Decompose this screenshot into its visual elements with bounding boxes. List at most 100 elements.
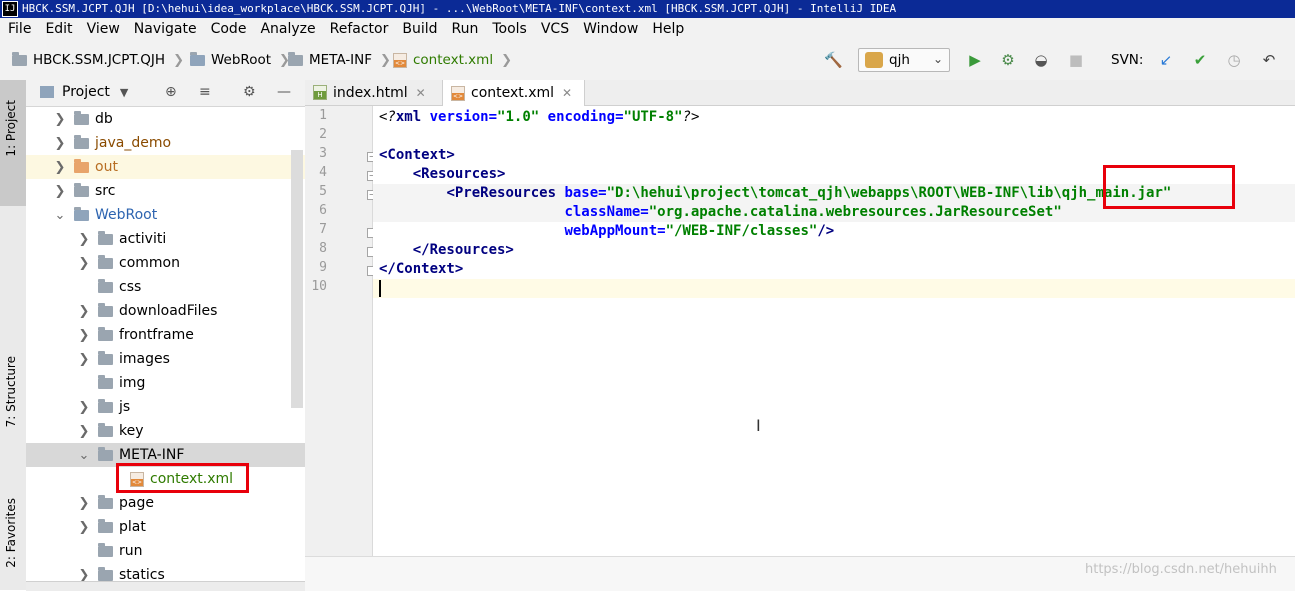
chevron-down-icon[interactable]: ⌄ [52,208,68,223]
collapse-all-icon[interactable]: ≡ [199,84,211,100]
project-tree-scrollbar[interactable] [291,150,303,408]
chevron-right-icon[interactable]: ❯ [52,112,68,127]
value-webappmount: "/WEB-INF/classes" [665,223,818,239]
tree-item-frontframe[interactable]: ❯ frontframe [26,323,305,347]
debug-icon[interactable]: ⚙ [999,51,1017,69]
menu-navigate[interactable]: Navigate [126,21,203,37]
tab-context-xml[interactable]: context.xml ✕ [442,80,585,106]
tree-item-downloadfiles[interactable]: ❯ downloadFiles [26,299,305,323]
stop-icon[interactable]: ■ [1067,51,1085,69]
folder-icon [98,398,113,413]
tag-resources-open: <Resources> [412,166,506,182]
rollback-icon[interactable]: ↶ [1260,51,1278,69]
chevron-right-icon[interactable]: ❯ [76,400,92,415]
gear-icon[interactable]: ⚙ [243,84,256,100]
menu-file[interactable]: File [0,21,37,37]
menu-view[interactable]: View [79,21,126,37]
project-folder-icon [12,51,27,66]
tree-item-key[interactable]: ❯ key [26,419,305,443]
breadcrumb-webroot[interactable]: WebRoot ❯ [190,51,290,69]
run-configuration-select[interactable]: qjh ⌄ [858,48,950,72]
chevron-down-icon[interactable]: ⌄ [76,448,92,463]
tag-context-open: <Context> [379,147,455,163]
history-icon[interactable]: ◷ [1225,51,1243,69]
editor-gutter: 1 2 3 4 5 6 7 8 9 10 − − − [305,106,377,556]
chevron-right-icon[interactable]: ❯ [52,136,68,151]
text-caret [379,280,381,297]
hide-panel-icon[interactable]: — [277,84,291,100]
tree-item-java-demo[interactable]: ❯ java_demo [26,131,305,155]
svn-update-icon[interactable]: ↙ [1157,51,1175,69]
chevron-down-icon: ⌄ [932,52,943,66]
tree-item-common[interactable]: ❯ common [26,251,305,275]
line-number: 1 [319,108,327,123]
watermark: https://blog.csdn.net/hehuihh [1085,562,1277,577]
menu-vcs[interactable]: VCS [533,21,575,37]
tree-item-images[interactable]: ❯ images [26,347,305,371]
breadcrumb-label: META-INF [309,52,373,68]
chevron-right-icon[interactable]: ❯ [76,496,92,511]
chevron-right-icon[interactable]: ❯ [76,304,92,319]
menu-help[interactable]: Help [644,21,690,37]
tree-item-run[interactable]: run [26,539,305,563]
close-icon[interactable]: ✕ [416,86,426,100]
menu-window[interactable]: Window [575,21,644,37]
tree-item-plat[interactable]: ❯ plat [26,515,305,539]
tree-item-css[interactable]: css [26,275,305,299]
tree-item-js[interactable]: ❯ js [26,395,305,419]
menu-refactor[interactable]: Refactor [322,21,395,37]
locate-icon[interactable]: ⊕ [165,84,177,100]
tree-item-db[interactable]: ❯ db [26,107,305,131]
menu-run[interactable]: Run [444,21,485,37]
tool-tab-structure[interactable]: 7: Structure [4,356,18,427]
chevron-right-icon[interactable]: ❯ [76,256,92,271]
tree-item-page[interactable]: ❯ page [26,491,305,515]
folder-icon [98,374,113,389]
menu-edit[interactable]: Edit [37,21,78,37]
chevron-right-icon[interactable]: ❯ [76,232,92,247]
tree-item-webroot[interactable]: ⌄ WebRoot [26,203,305,227]
menu-analyze[interactable]: Analyze [252,21,321,37]
menu-build[interactable]: Build [394,21,443,37]
close-icon[interactable]: ✕ [562,86,572,100]
folder-icon [98,422,113,437]
tree-item-label: page [119,495,154,511]
chevron-right-icon[interactable]: ❯ [52,184,68,199]
menu-tools[interactable]: Tools [484,21,533,37]
folder-icon [98,446,113,461]
tab-index-html[interactable]: index.html ✕ [305,80,441,105]
hammer-icon[interactable]: 🔨 [824,51,843,69]
tree-item-label: db [95,111,113,127]
tool-tab-project[interactable]: 1: Project [0,80,26,206]
equals-sign: = [598,185,607,201]
breadcrumb-project[interactable]: HBCK.SSM.JCPT.QJH ❯ [12,51,184,69]
tool-tab-favorites[interactable]: 2: Favorites [4,498,18,568]
folder-icon [74,110,89,125]
breadcrumb-context-xml[interactable]: context.xml ❯ [393,51,512,69]
coverage-icon[interactable]: ◒ [1032,51,1050,69]
breadcrumb-meta-inf[interactable]: META-INF ❯ [288,51,391,69]
chevron-right-icon[interactable]: ❯ [76,328,92,343]
project-view-select[interactable]: Project ▼ [40,84,128,100]
menu-code[interactable]: Code [203,21,253,37]
chevron-right-icon[interactable]: ❯ [52,160,68,175]
chevron-right-icon[interactable]: ❯ [76,352,92,367]
tree-item-src[interactable]: ❯ src [26,179,305,203]
highlight-box-context-xml [116,463,249,493]
svn-commit-icon[interactable]: ✔ [1191,51,1209,69]
chevron-right-icon[interactable]: ❯ [76,520,92,535]
value-base: "D:\hehui\project\tomcat_qjh\webapps\ROO… [606,185,1172,201]
tree-item-img[interactable]: img [26,371,305,395]
code-line-7: webAppMount="/WEB-INF/classes"/> [379,222,834,241]
run-icon[interactable]: ▶ [966,51,984,69]
equals-sign: = [640,204,649,220]
tree-item-label: plat [119,519,146,535]
folder-icon [74,134,89,149]
tree-item-activiti[interactable]: ❯ activiti [26,227,305,251]
tree-item-out[interactable]: ❯ out [26,155,305,179]
line-number: 9 [319,260,327,275]
code-line-5: <PreResources base="D:\hehui\project\tom… [379,184,1171,203]
chevron-right-icon[interactable]: ❯ [76,424,92,439]
code-editor[interactable]: <?xml version="1.0" encoding="UTF-8"?> <… [373,106,1295,556]
pi-open: <? [379,109,396,125]
